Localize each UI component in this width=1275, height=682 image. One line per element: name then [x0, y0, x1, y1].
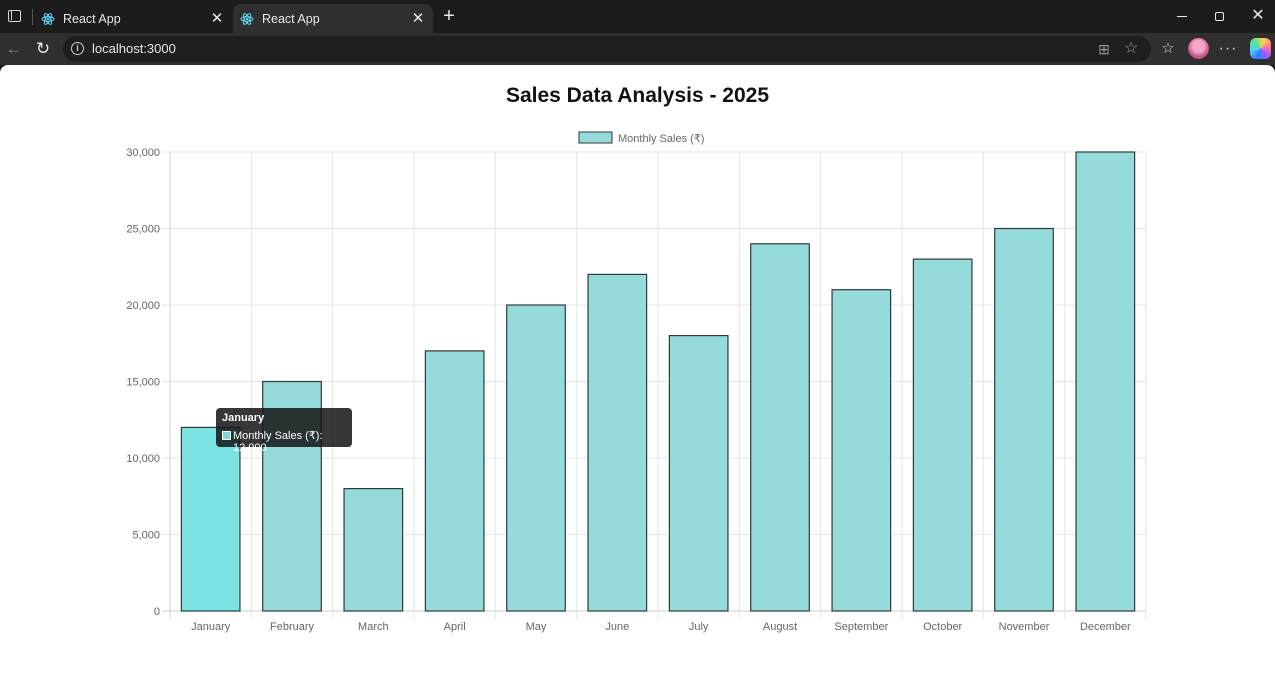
bar-january: [180, 426, 241, 612]
favorite-star-icon[interactable]: ☆: [1122, 40, 1140, 58]
chart-tooltip: January Monthly Sales (₹): 12,000: [216, 408, 352, 454]
tab-react-app-2[interactable]: React App ✕: [233, 4, 433, 33]
reload-icon[interactable]: ↻: [32, 38, 54, 60]
x-tick-label: August: [763, 621, 797, 633]
bar-july: [668, 335, 729, 612]
tab-separator: [32, 9, 33, 25]
bar-april: [424, 350, 485, 612]
y-tick-label: 10,000: [126, 453, 160, 465]
y-tick-label: 30,000: [126, 147, 160, 159]
bar-september: [831, 289, 892, 612]
y-tick-label: 20,000: [126, 300, 160, 312]
tooltip-label: Monthly Sales (₹): 12,000: [233, 430, 323, 454]
x-tick-label: April: [444, 621, 466, 633]
minimize-button[interactable]: [1170, 5, 1194, 27]
app-available-icon[interactable]: ⊞: [1095, 40, 1113, 58]
page-content: Sales Data Analysis - 2025 0 5,000 10,000 1…: [0, 65, 1275, 682]
bar-august: [750, 243, 810, 612]
legend-swatch: [578, 131, 613, 144]
tab-react-app-1[interactable]: React App ✕: [34, 4, 232, 33]
bar-october: [912, 258, 973, 612]
back-icon[interactable]: ←: [3, 38, 25, 60]
bar-june: [587, 273, 648, 612]
react-icon: [41, 12, 55, 26]
x-tick-label: September: [834, 621, 888, 633]
y-tick-label: 15,000: [126, 377, 160, 389]
more-menu-icon[interactable]: ···: [1218, 39, 1238, 59]
x-tick-label: January: [191, 621, 231, 633]
bar-march: [343, 488, 404, 612]
new-tab-button[interactable]: +: [439, 6, 459, 26]
copilot-icon[interactable]: [1250, 38, 1271, 59]
close-window-button[interactable]: ✕: [1246, 5, 1270, 27]
bar-november: [994, 227, 1054, 612]
x-tick-label: November: [999, 621, 1050, 633]
y-tick-label: 0: [154, 606, 160, 618]
browser-toolbar: ← ↻ i localhost:3000 ⊞ ☆ ☆ ···: [0, 33, 1275, 65]
address-bar[interactable]: i localhost:3000 ⊞ ☆: [63, 36, 1151, 62]
tooltip-swatch: [222, 431, 231, 440]
x-tick-label: July: [689, 621, 709, 633]
x-tick-label: December: [1080, 621, 1131, 633]
x-tick-label: March: [358, 621, 389, 633]
minimize-icon: [1177, 16, 1187, 18]
bar-chart[interactable]: 0 5,000 10,000 15,000 20,000 25,000 30,000 Janu…: [0, 65, 1275, 682]
bar-december: [1075, 151, 1136, 612]
x-tick-label: October: [923, 621, 962, 633]
tab-actions-icon[interactable]: [4, 6, 24, 26]
site-info-icon[interactable]: i: [71, 42, 84, 55]
tab-close-icon[interactable]: ✕: [409, 10, 427, 28]
y-tick-label: 5,000: [132, 530, 160, 542]
tab-strip: React App ✕ React App ✕ + ✕: [0, 0, 1275, 33]
tab-title: React App: [63, 11, 121, 26]
bar-may: [506, 304, 566, 612]
profile-avatar[interactable]: [1188, 38, 1209, 59]
tooltip-title: January: [222, 412, 265, 424]
y-tick-label: 25,000: [126, 224, 160, 236]
react-icon: [240, 12, 254, 26]
url-text[interactable]: localhost:3000: [92, 41, 176, 56]
tab-title: React App: [262, 11, 320, 26]
x-tick-label: May: [526, 621, 547, 633]
x-tick-label: June: [605, 621, 629, 633]
x-tick-label: February: [270, 621, 315, 633]
legend-label: Monthly Sales (₹): [618, 133, 704, 145]
tab-close-icon[interactable]: ✕: [208, 10, 226, 28]
restore-icon: [1214, 12, 1224, 22]
restore-button[interactable]: [1207, 5, 1231, 27]
favorites-icon[interactable]: ☆: [1158, 39, 1178, 59]
